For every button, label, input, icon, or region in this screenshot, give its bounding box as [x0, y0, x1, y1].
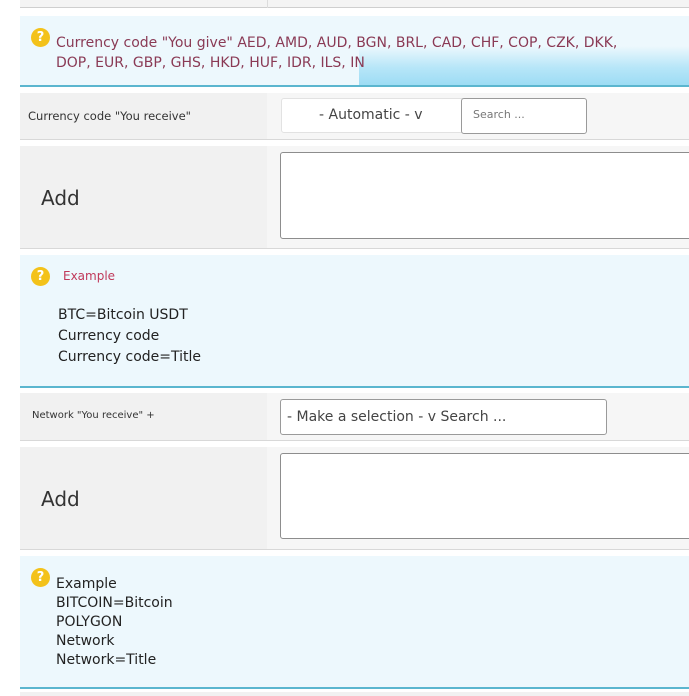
- currency-give-help: ? Currency code "You give" AED, AMD, AUD…: [20, 16, 689, 87]
- currency-receive-row: Currency code "You receive" - Automatic …: [20, 93, 689, 140]
- currency-add-textarea[interactable]: [280, 152, 689, 239]
- question-circle-icon: ?: [31, 568, 50, 587]
- currency-receive-search[interactable]: Search ...: [461, 98, 587, 134]
- currency-receive-label: Currency code "You receive": [28, 109, 191, 123]
- currency-example-lines: BTC=Bitcoin USDT Currency code Currency …: [58, 305, 201, 368]
- example-line: Example: [56, 576, 117, 592]
- example-line: Network: [56, 633, 115, 649]
- network-receive-label: Network "You receive" +: [32, 410, 155, 421]
- currency-example-title: Example: [63, 269, 116, 283]
- network-add-label: Add: [41, 487, 80, 511]
- network-add-row: Add: [20, 447, 689, 550]
- network-add-textarea[interactable]: [280, 453, 689, 539]
- example-line: Currency code=Title: [58, 349, 202, 365]
- currency-example-help: ? Example BTC=Bitcoin USDT Currency code…: [20, 255, 689, 388]
- network-example-lines: Example BITCOIN=Bitcoin POLYGON Network …: [56, 575, 173, 670]
- example-line: Currency code: [58, 328, 160, 344]
- network-example-help: ? Example BITCOIN=Bitcoin POLYGON Networ…: [20, 556, 689, 689]
- question-circle-icon: ?: [31, 28, 50, 47]
- next-row-edge: [20, 692, 689, 696]
- network-receive-select[interactable]: - Make a selection - v Search ...: [280, 399, 607, 435]
- currency-add-row: Add: [20, 146, 689, 249]
- currency-add-label: Add: [41, 186, 80, 210]
- previous-row-edge: [20, 0, 689, 8]
- example-line: POLYGON: [56, 614, 123, 630]
- example-line: BITCOIN=Bitcoin: [56, 595, 173, 611]
- network-receive-row: Network "You receive" + - Make a selecti…: [20, 393, 689, 441]
- example-line: Network=Title: [56, 652, 157, 668]
- question-circle-icon: ?: [31, 267, 50, 286]
- example-line: BTC=Bitcoin USDT: [58, 307, 188, 323]
- currency-give-codes: Currency code "You give" AED, AMD, AUD, …: [56, 35, 618, 71]
